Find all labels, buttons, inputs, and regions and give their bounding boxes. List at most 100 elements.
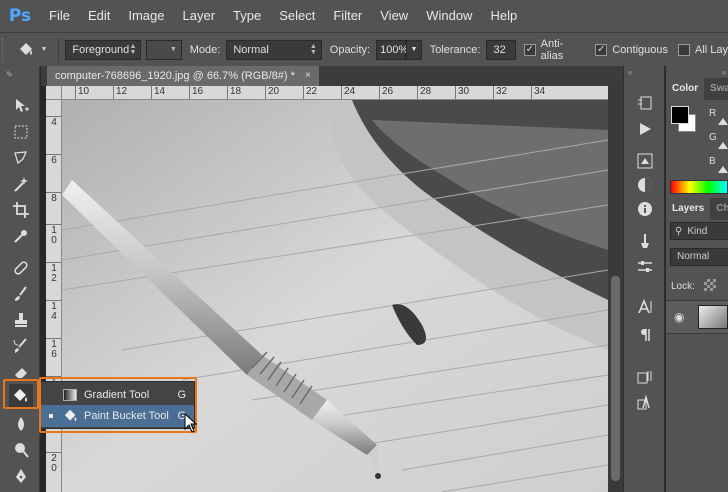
clone-stamp-tool[interactable]	[9, 308, 33, 332]
move-tool[interactable]	[9, 94, 33, 118]
layer-row[interactable]: ◉	[666, 300, 728, 334]
layer-thumbnail	[698, 305, 728, 329]
ruler-label: 2 0	[46, 452, 61, 474]
app-logo: Ps	[8, 6, 32, 26]
ruler-label: 14	[151, 86, 165, 99]
tab-channels[interactable]: Ch	[710, 198, 728, 220]
history-brush-tool[interactable]	[9, 334, 33, 358]
menu-window[interactable]: Window	[417, 0, 481, 32]
ruler-label: 18	[227, 86, 241, 99]
blur-tool[interactable]	[9, 412, 33, 436]
checkmark-icon: ✓	[595, 43, 608, 56]
ruler-label: 1 2	[46, 262, 61, 284]
mode-value: Normal	[233, 43, 269, 56]
all-layers-checkbox[interactable]: All Lay	[677, 43, 728, 56]
opacity-input[interactable]: 100%	[376, 39, 408, 60]
tolerance-input[interactable]: 32	[486, 39, 516, 60]
blend-mode-select[interactable]: Normal	[670, 248, 728, 266]
pattern-picker[interactable]: ▼	[146, 39, 182, 60]
close-icon[interactable]: ×	[305, 66, 311, 86]
character-styles-panel-button[interactable]	[634, 366, 656, 388]
circle-split-icon	[638, 178, 652, 192]
document-canvas[interactable]	[62, 100, 608, 492]
tab-layers[interactable]: Layers	[666, 198, 711, 220]
green-slider-icon[interactable]	[718, 142, 728, 149]
ruler-label: 4	[46, 116, 61, 128]
adjustments-panel-button[interactable]	[634, 150, 656, 172]
paragraph-panel-button[interactable]	[634, 324, 656, 346]
collapse-panel-icon[interactable]: »	[8, 70, 12, 79]
character-panel-button[interactable]	[634, 296, 656, 318]
type-a-icon	[638, 298, 652, 314]
menu-edit[interactable]: Edit	[79, 0, 119, 32]
options-bar: ▼ Foreground ▲ ▼ ▼ Mode: Normal ▲ ▼ Opacit…	[0, 32, 728, 66]
layer-filter-input[interactable]: ⚲ Kind	[670, 222, 728, 240]
horizontal-ruler[interactable]: 10 12 14 16 18 20 22 24 26 28 30 32 34	[62, 86, 608, 100]
ruler-label: 12	[113, 86, 127, 99]
tab-swatches[interactable]: Swa	[704, 78, 728, 100]
blue-slider-icon[interactable]	[718, 166, 728, 173]
ruler-label: 1 6	[46, 338, 61, 360]
ruler-label: 1 0	[46, 224, 61, 246]
opacity-dropdown-button[interactable]: ▼	[406, 39, 422, 60]
red-channel-label: R	[709, 108, 717, 119]
menu-image[interactable]: Image	[119, 0, 173, 32]
options-grip[interactable]	[2, 37, 12, 62]
menu-filter[interactable]: Filter	[324, 0, 371, 32]
menu-file[interactable]: File	[40, 0, 79, 32]
history-panel-button[interactable]	[634, 92, 656, 114]
fill-source-select[interactable]: Foreground ▲ ▼	[65, 39, 142, 60]
foreground-color-swatch[interactable]	[671, 106, 689, 124]
menu-help[interactable]: Help	[481, 0, 526, 32]
paragraph-styles-panel-button[interactable]	[634, 392, 656, 414]
stepper-arrows-icon: ▲ ▼	[309, 42, 317, 56]
antialias-checkbox[interactable]: ✓ Anti-alias	[523, 38, 584, 62]
menu-type[interactable]: Type	[224, 0, 270, 32]
brush-tool[interactable]	[9, 282, 33, 306]
contiguous-checkbox[interactable]: ✓ Contiguous	[595, 43, 668, 56]
tool-highlight-box	[3, 379, 39, 409]
crop-tool[interactable]	[9, 198, 33, 222]
checkbox-empty-icon	[677, 43, 690, 56]
marquee-tool[interactable]	[9, 120, 33, 144]
ruler-origin[interactable]	[46, 86, 62, 100]
red-slider-icon[interactable]	[718, 118, 728, 125]
canvas-scrollbar[interactable]	[608, 86, 623, 492]
document-tab-bar: » computer-768696_1920.jpg @ 66.7% (RGB/…	[8, 66, 623, 86]
lasso-tool[interactable]	[9, 146, 33, 170]
history-icon	[638, 96, 652, 110]
color-spectrum-bar[interactable]	[670, 180, 728, 194]
menu-bar: Ps File Edit Image Layer Type Select Fil…	[0, 0, 728, 32]
eye-icon[interactable]: ◉	[674, 310, 684, 324]
collapse-panel-icon[interactable]: «	[628, 68, 632, 77]
magic-wand-tool[interactable]	[9, 172, 33, 196]
pen-tool[interactable]	[9, 464, 33, 488]
tool-preset-picker[interactable]: ▼	[12, 38, 53, 62]
mode-select[interactable]: Normal ▲ ▼	[226, 39, 322, 60]
clone-source-panel-button[interactable]	[634, 256, 656, 278]
ruler-label: 8	[46, 192, 61, 204]
water-drop-icon	[18, 417, 24, 431]
chevron-down-icon: ▼	[169, 45, 177, 53]
menu-layer[interactable]: Layer	[174, 0, 225, 32]
dodge-tool[interactable]	[9, 438, 33, 462]
scrollbar-thumb[interactable]	[611, 276, 620, 481]
menu-select[interactable]: Select	[270, 0, 324, 32]
lock-label: Lock:	[671, 281, 695, 292]
vertical-ruler[interactable]: 4 6 8 1 0 1 2 1 4 1 6 1 8 2 0	[46, 100, 62, 492]
healing-brush-tool[interactable]	[9, 256, 33, 280]
lock-transparent-icon[interactable]	[704, 279, 716, 291]
info-icon	[638, 202, 652, 216]
fill-source-value: Foreground	[72, 43, 130, 56]
document-tab[interactable]: computer-768696_1920.jpg @ 66.7% (RGB/8#…	[47, 66, 319, 86]
menu-view[interactable]: View	[371, 0, 417, 32]
tool-presets-panel-button[interactable]	[634, 230, 656, 252]
eyedropper-tool[interactable]	[9, 224, 33, 248]
styles-panel-button[interactable]	[634, 174, 656, 196]
actions-panel-button[interactable]	[634, 118, 656, 140]
ruler-label: 22	[303, 86, 317, 99]
info-panel-button[interactable]	[634, 198, 656, 220]
tab-color[interactable]: Color	[666, 78, 705, 100]
collapse-panels-icon[interactable]: »	[722, 68, 726, 77]
stepper-arrows-icon: ▲ ▼	[129, 42, 137, 56]
